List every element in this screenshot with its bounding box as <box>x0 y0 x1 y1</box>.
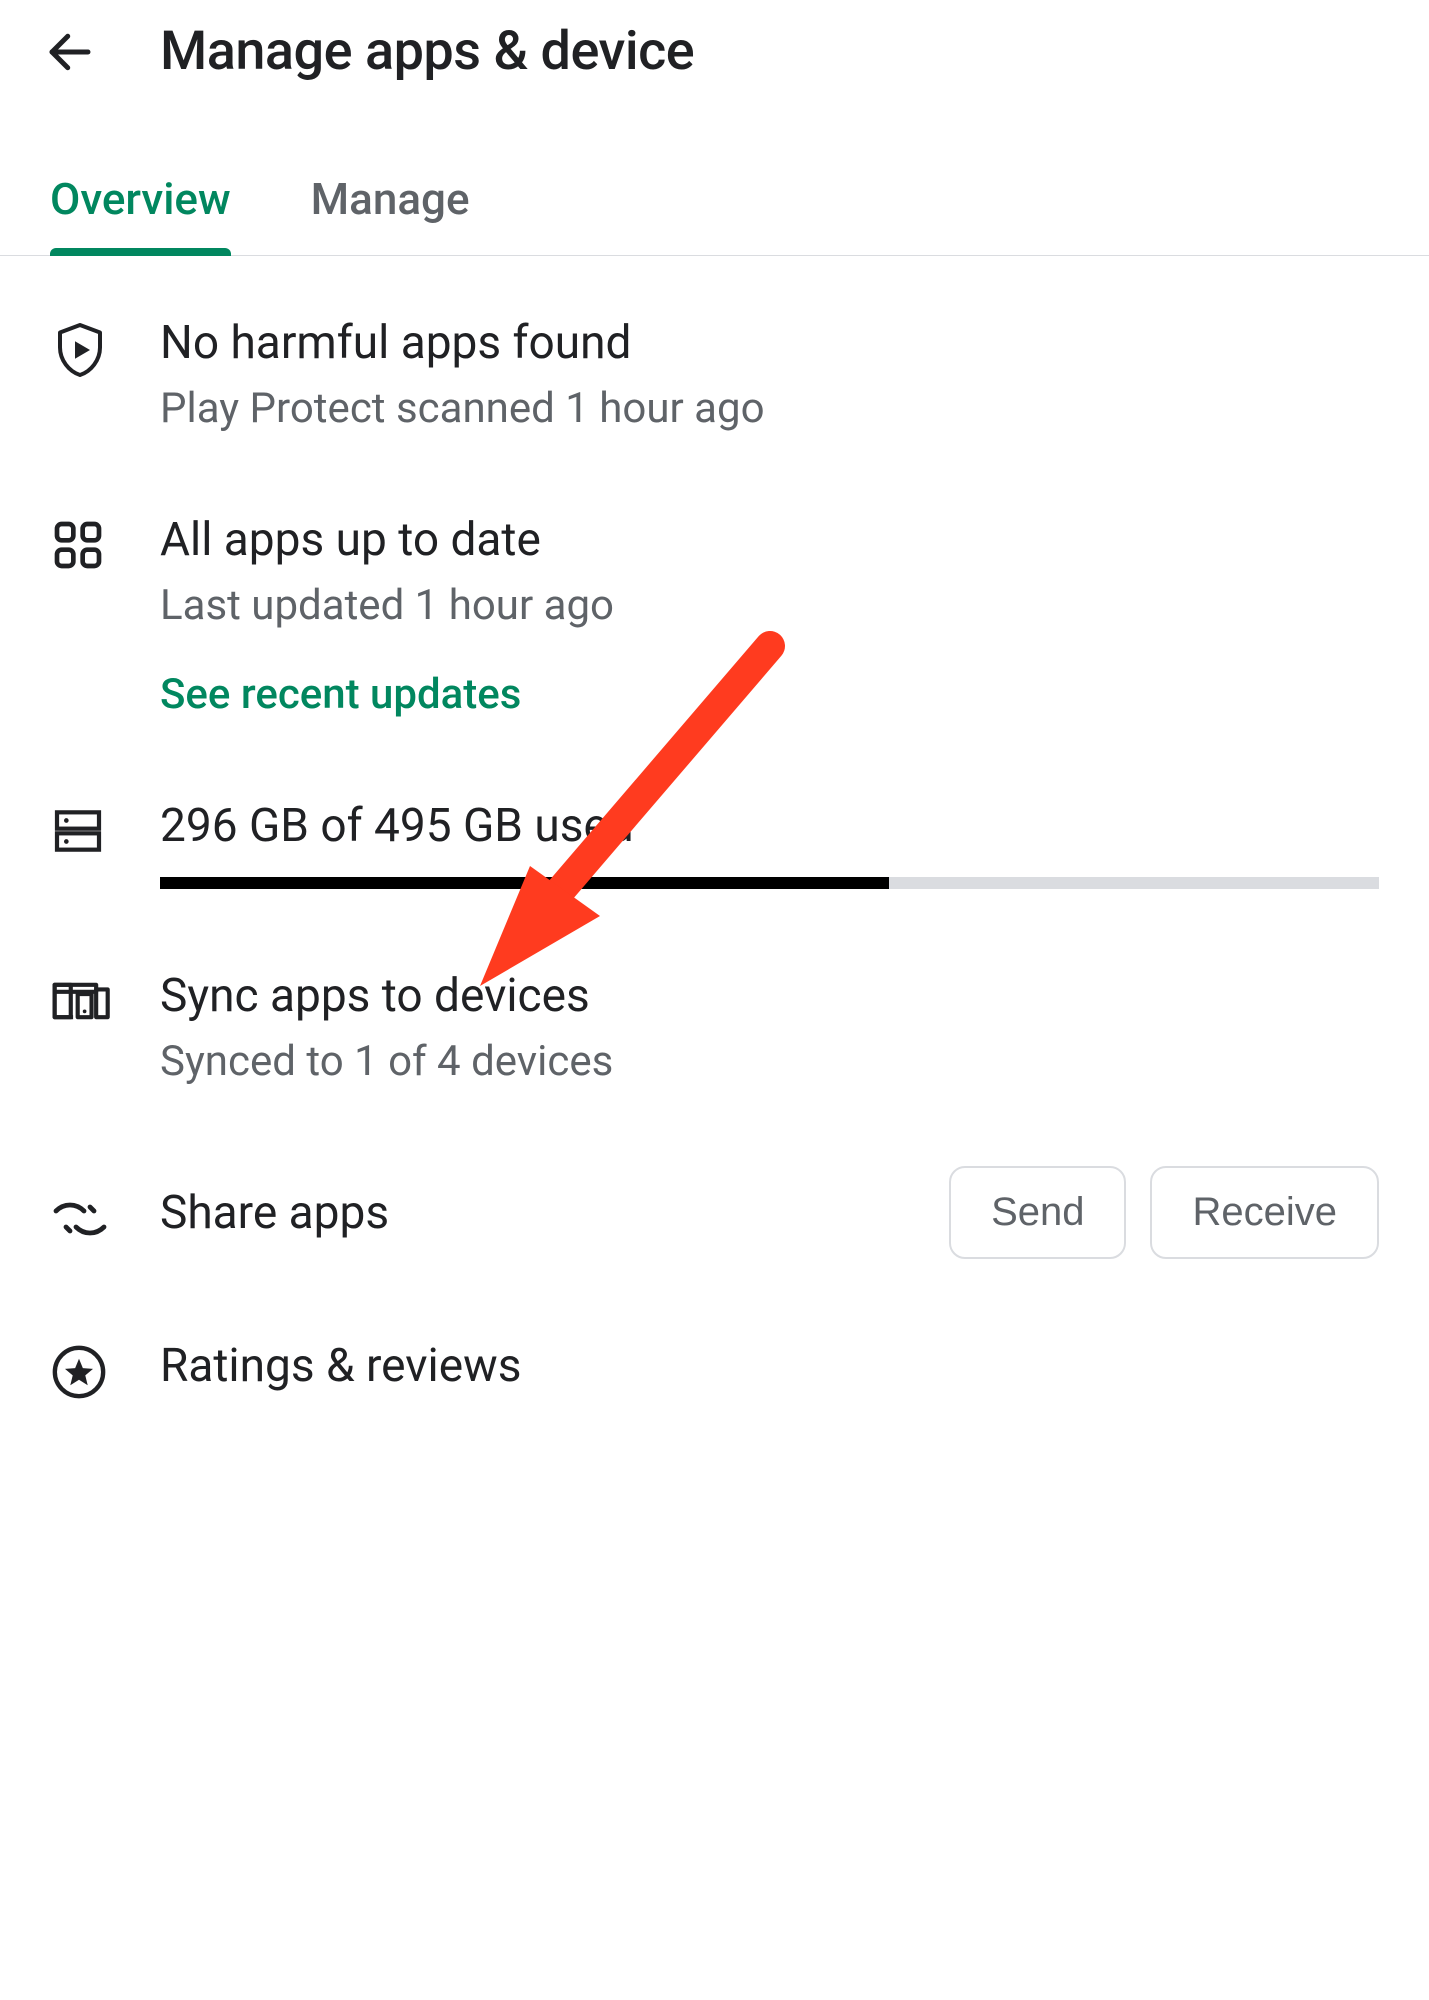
storage-progress-fill <box>160 877 889 889</box>
sync-subtitle: Synced to 1 of 4 devices <box>160 1037 1379 1086</box>
receive-button[interactable]: Receive <box>1150 1166 1379 1259</box>
updates-title: All apps up to date <box>160 513 1379 567</box>
updates-row[interactable]: All apps up to date Last updated 1 hour … <box>50 513 1379 719</box>
protect-subtitle: Play Protect scanned 1 hour ago <box>160 384 1379 433</box>
share-title: Share apps <box>160 1186 925 1240</box>
sync-apps-row[interactable]: Sync apps to devices Synced to 1 of 4 de… <box>50 969 1379 1086</box>
nearby-share-icon <box>50 1197 110 1241</box>
protect-title: No harmful apps found <box>160 316 1379 370</box>
storage-row[interactable]: 296 GB of 495 GB used <box>50 799 1379 889</box>
ratings-title: Ratings & reviews <box>160 1339 1379 1393</box>
tab-manage[interactable]: Manage <box>311 153 470 255</box>
share-apps-row: Share apps Send Receive <box>50 1166 1379 1259</box>
storage-label: 296 GB of 495 GB used <box>160 799 1379 853</box>
sync-title: Sync apps to devices <box>160 969 1379 1023</box>
star-circle-icon <box>50 1343 108 1401</box>
send-button[interactable]: Send <box>949 1166 1126 1259</box>
storage-progress <box>160 877 1379 889</box>
tab-bar: Overview Manage <box>0 153 1429 256</box>
tab-overview[interactable]: Overview <box>50 153 231 255</box>
apps-grid-icon <box>50 517 106 573</box>
updates-subtitle: Last updated 1 hour ago <box>160 581 1379 630</box>
back-button[interactable] <box>40 22 100 82</box>
devices-icon <box>50 973 110 1029</box>
see-recent-updates-link[interactable]: See recent updates <box>160 670 521 719</box>
play-protect-row[interactable]: No harmful apps found Play Protect scann… <box>50 316 1379 433</box>
page-title: Manage apps & device <box>160 20 694 83</box>
shield-play-icon <box>50 320 110 380</box>
storage-icon <box>50 803 106 859</box>
arrow-left-icon <box>43 25 97 79</box>
ratings-reviews-row[interactable]: Ratings & reviews <box>50 1339 1379 1401</box>
